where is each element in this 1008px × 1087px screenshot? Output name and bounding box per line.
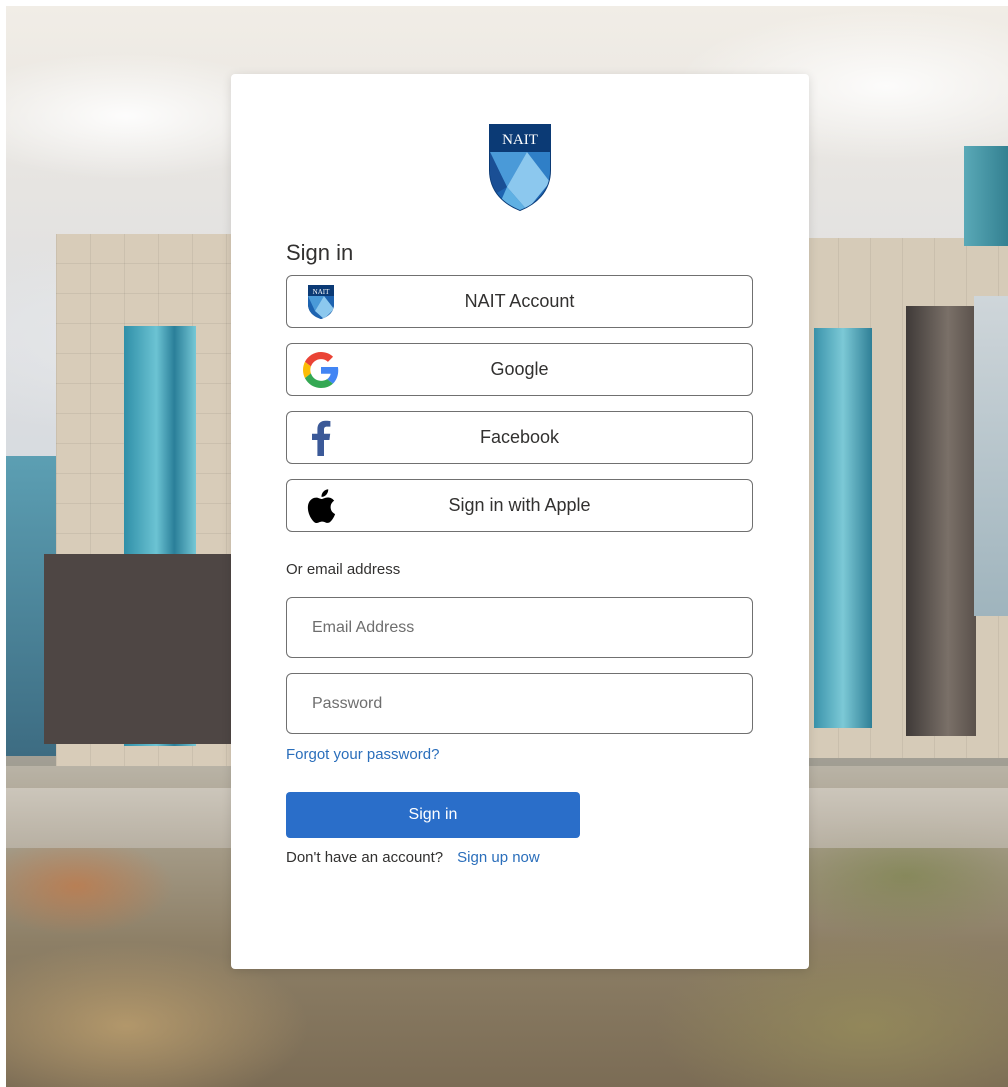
nait-logo: NAIT bbox=[489, 124, 551, 212]
background-building bbox=[906, 306, 976, 736]
facebook-button[interactable]: Facebook bbox=[286, 411, 753, 464]
logo-text: NAIT bbox=[502, 132, 538, 148]
nait-account-button[interactable]: NAIT NAIT Account bbox=[286, 275, 753, 328]
password-field[interactable] bbox=[286, 673, 753, 734]
sign-in-button[interactable]: Sign in bbox=[286, 792, 580, 838]
forgot-password-link[interactable]: Forgot your password? bbox=[286, 746, 439, 763]
page-title: Sign in bbox=[286, 240, 354, 265]
google-label: Google bbox=[490, 359, 549, 379]
email-section-label: Or email address bbox=[286, 561, 401, 578]
facebook-label: Facebook bbox=[479, 427, 560, 447]
background-glass bbox=[814, 328, 872, 728]
background-glass bbox=[974, 296, 1008, 616]
email-field[interactable] bbox=[286, 597, 753, 658]
nait-account-label: NAIT Account bbox=[464, 291, 575, 311]
background-building bbox=[964, 146, 1008, 246]
background-building bbox=[44, 554, 236, 744]
google-button[interactable]: Google bbox=[286, 343, 753, 396]
apple-button[interactable]: Sign in with Apple bbox=[286, 479, 753, 532]
signup-row: Don't have an account? Sign up now bbox=[286, 849, 540, 866]
sign-in-card: NAIT Sign in NAIT NAIT Account Google Fa… bbox=[231, 74, 809, 969]
apple-label: Sign in with Apple bbox=[448, 495, 591, 515]
sign-up-link[interactable]: Sign up now bbox=[457, 849, 540, 866]
signup-prompt: Don't have an account? bbox=[286, 849, 444, 866]
